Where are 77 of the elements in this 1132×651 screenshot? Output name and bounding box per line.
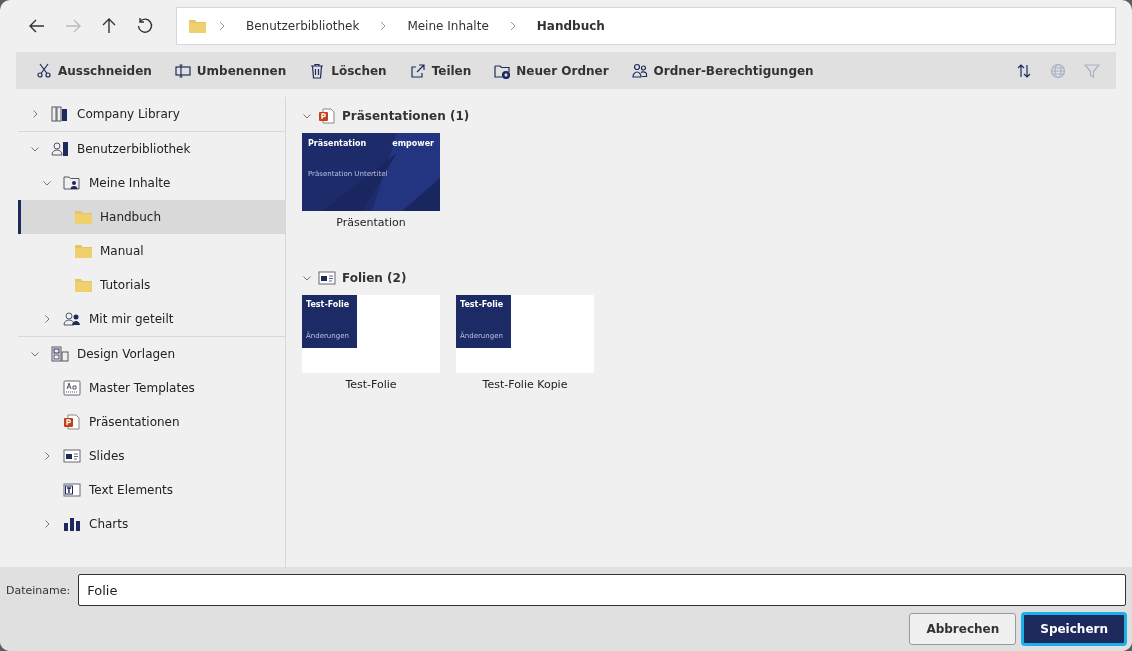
tree-item[interactable]: Manual <box>18 234 285 268</box>
save-button[interactable]: Speichern <box>1022 613 1126 645</box>
file-name: Test-Folie <box>345 378 397 391</box>
tree-item[interactable]: Master Templates <box>18 371 285 405</box>
chevron-down-icon[interactable] <box>302 111 312 121</box>
tree-item[interactable]: Mit mir geteilt <box>18 302 285 336</box>
toolbar-button[interactable]: Umbenennen <box>172 60 289 81</box>
share-icon <box>409 62 426 79</box>
text-box-icon <box>63 482 81 498</box>
breadcrumb-item[interactable]: Meine Inhalte <box>399 19 497 33</box>
folder-icon <box>75 244 92 258</box>
tree-item[interactable]: Handbuch <box>18 200 285 234</box>
sort-icon <box>1016 62 1032 79</box>
toolbar-button[interactable]: Ordner-Berechtigungen <box>629 60 816 81</box>
globe-icon <box>1050 62 1066 79</box>
presentation-file-icon <box>63 414 81 430</box>
chevron-down-icon[interactable] <box>30 349 40 359</box>
group-heading: Präsentationen (1) <box>342 109 470 123</box>
back-arrow-icon <box>28 17 46 35</box>
filename-label: Dateiname: <box>6 583 71 597</box>
chevron-right-icon <box>218 21 226 31</box>
folder-icon <box>75 278 92 292</box>
presentation-file-icon <box>318 108 336 124</box>
tree-item[interactable]: Text Elements <box>18 473 285 507</box>
chevron-right-icon[interactable] <box>42 314 52 324</box>
tree-item[interactable]: Slides <box>18 439 285 473</box>
tree-item[interactable]: Design Vorlagen <box>18 337 285 371</box>
chevron-right-icon[interactable] <box>30 109 40 119</box>
bar-chart-icon <box>63 516 81 532</box>
filter-icon <box>1084 62 1100 79</box>
toolbar-button[interactable]: Löschen <box>307 60 389 81</box>
logo-text: empower <box>392 139 434 148</box>
folder-icon <box>75 210 92 224</box>
slide-title: Test-Folie <box>460 300 505 309</box>
chevron-right-icon <box>508 21 517 31</box>
chevron-down-icon[interactable] <box>42 178 52 188</box>
file-name: Test-Folie Kopie <box>482 378 568 391</box>
chevron-right-icon[interactable] <box>42 519 52 529</box>
trash-icon <box>309 62 326 79</box>
chevron-right-icon <box>379 21 388 31</box>
toolbar-button[interactable]: Neuer Ordner <box>492 60 611 81</box>
slide-icon <box>318 270 336 286</box>
rename-icon <box>174 62 191 79</box>
filename-field[interactable]: Folie <box>78 574 1126 606</box>
library-icon <box>51 106 69 122</box>
chevron-down-icon[interactable] <box>30 144 40 154</box>
slide-title: Präsentation <box>308 139 367 148</box>
toolbar-button[interactable]: Teilen <box>407 60 474 81</box>
user-folder-icon <box>63 175 81 191</box>
chevron-right-icon[interactable] <box>42 451 52 461</box>
people-icon <box>63 311 81 327</box>
tree-item[interactable]: Charts <box>18 507 285 541</box>
breadcrumb-item[interactable]: Benutzerbibliothek <box>238 19 368 33</box>
people-icon <box>631 62 648 79</box>
tree-item[interactable]: Benutzerbibliothek <box>18 132 285 166</box>
refresh-icon <box>136 17 154 35</box>
user-library-icon <box>51 141 69 157</box>
chevron-down-icon[interactable] <box>302 273 312 283</box>
scissors-icon <box>36 62 52 79</box>
slide-icon <box>63 448 81 464</box>
toolbar-button[interactable]: Ausschneiden <box>34 60 154 81</box>
tree-item[interactable]: Tutorials <box>18 268 285 302</box>
file-name: Präsentation <box>336 216 406 229</box>
tree-item[interactable]: Präsentationen <box>18 405 285 439</box>
new-folder-icon <box>494 62 511 79</box>
folder-icon <box>189 19 206 33</box>
breadcrumb-item[interactable]: Handbuch <box>528 19 613 33</box>
template-icon <box>63 380 81 396</box>
cancel-button[interactable]: Abbrechen <box>909 613 1017 645</box>
tree-item[interactable]: Company Library <box>18 97 285 131</box>
group-heading: Folien (2) <box>342 271 407 285</box>
forward-arrow-icon <box>64 17 82 35</box>
tree-item[interactable]: Meine Inhalte <box>18 166 285 200</box>
up-arrow-icon <box>100 17 118 35</box>
slide-title: Test-Folie <box>306 300 351 309</box>
templates-icon <box>51 346 69 362</box>
sort-button[interactable] <box>1016 62 1032 79</box>
